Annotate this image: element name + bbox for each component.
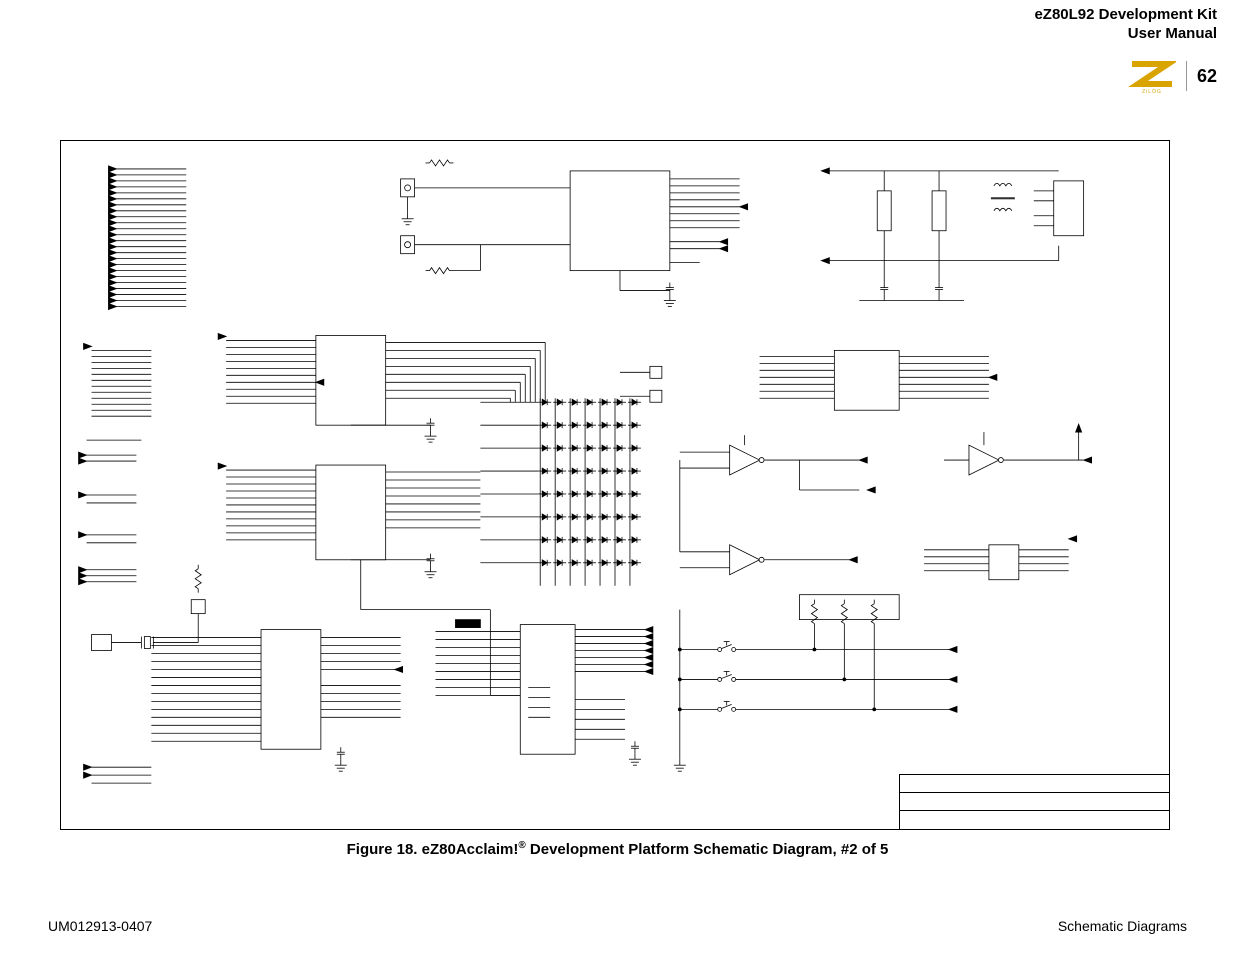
figure-caption: Figure 18. eZ80Acclaim!® Development Pla… — [0, 840, 1235, 858]
schematic-title-block — [899, 774, 1169, 829]
logo-row: ZiLOG 62 — [1128, 58, 1217, 94]
schematic-frame — [60, 140, 1170, 830]
page-number: 62 — [1197, 66, 1217, 87]
ic-driver-upper — [218, 333, 545, 442]
power-filter — [821, 168, 1083, 301]
caption-prefix: Figure 18. eZ80Acclaim! — [347, 841, 519, 858]
ic-center-bottom — [436, 610, 653, 766]
ic-top-center — [401, 160, 748, 307]
svg-text:ZiLOG: ZiLOG — [1142, 89, 1162, 94]
page-header: eZ80L92 Development Kit User Manual — [1034, 6, 1217, 44]
schematic-diagram — [61, 141, 1169, 829]
led-matrix — [480, 398, 641, 585]
left-stubs — [79, 440, 142, 585]
pushbutton-network — [674, 595, 957, 771]
bus-connector-top-left — [108, 166, 186, 310]
opamp-upper — [680, 435, 875, 493]
title-block-row-2 — [900, 793, 1169, 811]
footer-doc-number: UM012913-0407 — [48, 918, 152, 934]
test-points — [620, 366, 662, 402]
caption-suffix: Development Platform Schematic Diagram, … — [526, 841, 889, 858]
ic-small-right — [924, 536, 1077, 580]
ic-driver-lower — [218, 463, 490, 610]
caption-reg: ® — [518, 840, 525, 851]
opamp-lower — [680, 460, 857, 575]
zilog-logo-icon: ZiLOG — [1128, 58, 1176, 94]
header-divider — [1186, 61, 1187, 91]
lower-left-stubs — [84, 764, 152, 783]
doc-title-line2: User Manual — [1034, 25, 1217, 44]
ic-lower-left — [151, 630, 402, 772]
title-block-row-3 — [900, 811, 1169, 829]
bus-connector-mid-left — [84, 343, 152, 416]
ic-right — [760, 350, 997, 410]
opamp-far-right — [944, 424, 1092, 475]
doc-title-line1: eZ80L92 Development Kit — [1034, 6, 1217, 25]
footer-section-title: Schematic Diagrams — [1058, 918, 1187, 934]
title-block-row-1 — [900, 775, 1169, 793]
